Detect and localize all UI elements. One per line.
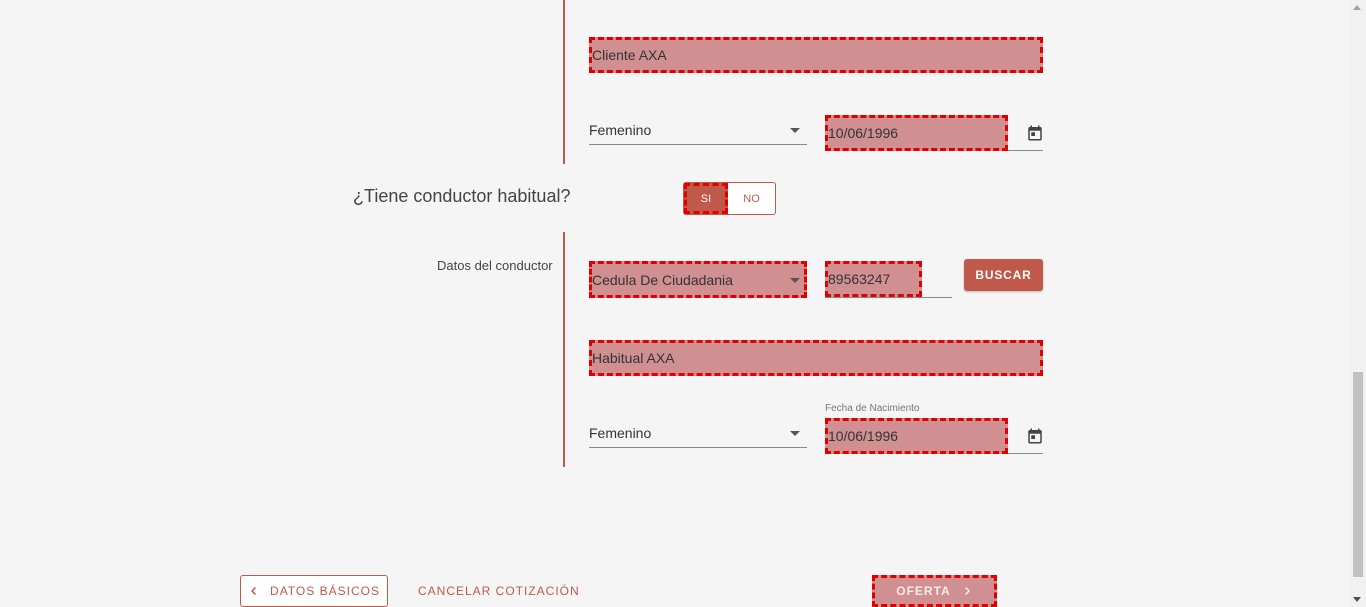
cancel-quote-button[interactable]: CANCELAR COTIZACIÓN [418, 584, 580, 598]
driver-name-field[interactable]: Habitual AXA [589, 340, 1043, 376]
driver-doc-type-select[interactable]: Cedula De Ciudadania [589, 261, 807, 298]
owner-name-value: Cliente AXA [592, 47, 667, 63]
scroll-up-icon[interactable] [1353, 5, 1361, 10]
driver-gender-select[interactable]: Femenino [589, 418, 807, 448]
habitual-driver-toggle: SI NO [683, 182, 776, 215]
chevron-left-icon [250, 586, 257, 596]
owner-gender-select[interactable]: Femenino [589, 115, 807, 145]
driver-birthdate-field[interactable]: 10/06/1996 [825, 418, 1008, 454]
driver-name-value: Habitual AXA [592, 350, 675, 366]
scrollbar-thumb[interactable] [1353, 372, 1363, 577]
quote-form-page: Cliente AXA Femenino 10/06/1996 ¿Tiene c… [0, 0, 1366, 607]
driver-doc-type-value: Cedula De Ciudadania [592, 271, 733, 288]
owner-birthdate-value: 10/06/1996 [828, 125, 899, 141]
habitual-driver-question: ¿Tiene conductor habitual? [353, 186, 571, 206]
page-scrollbar[interactable] [1349, 0, 1366, 607]
toggle-no-option[interactable]: NO [728, 183, 775, 214]
driver-birthdate-value: 10/06/1996 [828, 428, 899, 444]
toggle-yes-option[interactable]: SI [684, 183, 728, 214]
offer-button-label: OFERTA [896, 584, 951, 598]
offer-button[interactable]: OFERTA [872, 575, 997, 607]
driver-doc-number-field[interactable]: 89563247 [825, 261, 922, 297]
back-basic-data-button[interactable]: DATOS BÁSICOS [240, 575, 388, 607]
chevron-right-icon [964, 586, 970, 596]
back-button-label: DATOS BÁSICOS [270, 584, 380, 598]
search-button[interactable]: BUSCAR [964, 259, 1043, 291]
owner-section-divider [563, 0, 565, 164]
driver-doc-number-value: 89563247 [828, 271, 891, 287]
dropdown-caret-icon [790, 128, 800, 133]
driver-section-divider [563, 232, 565, 467]
owner-birthdate-field[interactable]: 10/06/1996 [825, 115, 1008, 151]
calendar-icon[interactable] [1026, 124, 1044, 142]
dropdown-caret-icon [790, 431, 800, 436]
driver-birthdate-label: Fecha de Nacimiento [825, 403, 920, 414]
owner-name-field[interactable]: Cliente AXA [589, 37, 1043, 73]
driver-section-label: Datos del conductor [437, 258, 553, 273]
scroll-down-icon[interactable] [1353, 597, 1361, 602]
driver-gender-value: Femenino [589, 424, 652, 441]
calendar-icon[interactable] [1026, 427, 1044, 445]
owner-gender-value: Femenino [589, 121, 652, 138]
dropdown-caret-icon [790, 278, 800, 283]
